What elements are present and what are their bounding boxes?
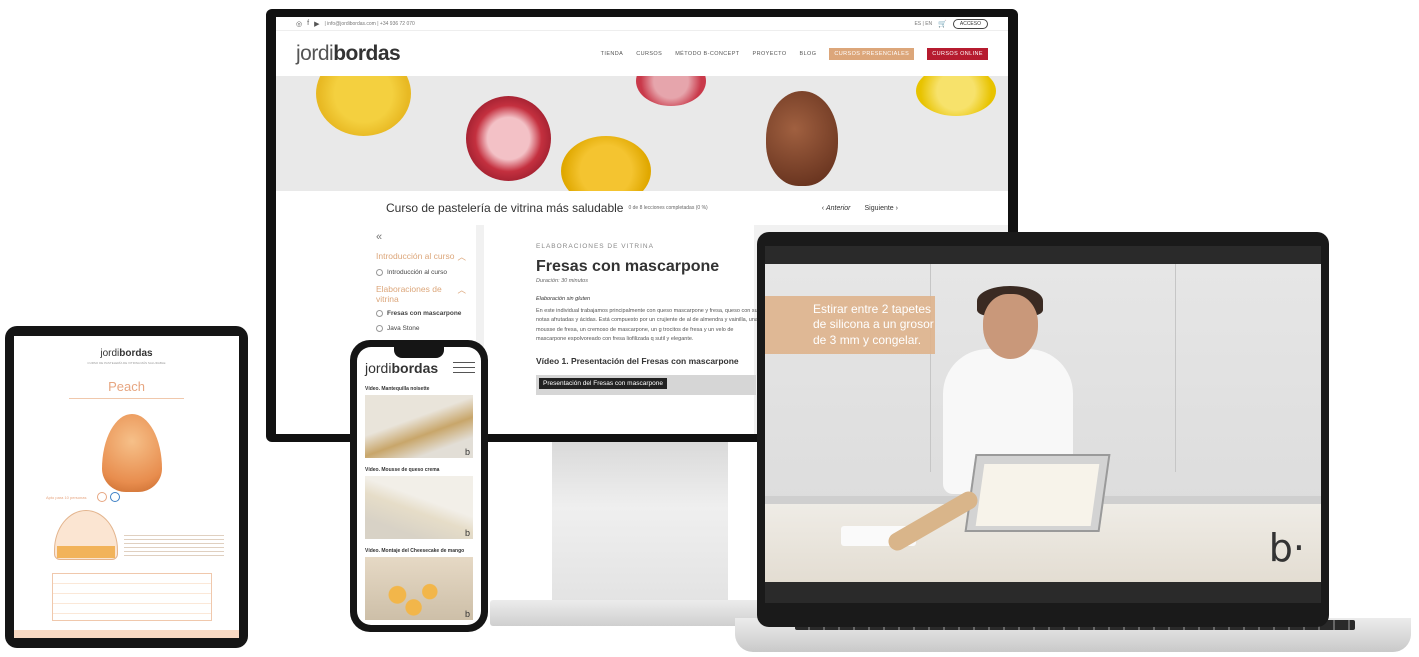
phone-video-thumbnail[interactable]: b xyxy=(365,557,473,620)
recipe-title: Peach xyxy=(69,379,184,399)
sidebar-lesson-fresas[interactable]: Fresas con mascarpone xyxy=(376,310,466,317)
tablet-screen: jordibordas CURSO DE PASTELERÍA DE VITRI… xyxy=(14,336,239,638)
tablet-course-subtitle: CURSO DE PASTELERÍA DE VITRINA MÁS SALUD… xyxy=(87,361,166,365)
lesson-status-circle xyxy=(376,269,383,276)
course-header: Curso de pastelería de vitrina más salud… xyxy=(276,191,1008,225)
sidebar-lesson-java-stone[interactable]: Java Stone xyxy=(376,325,466,332)
phone-logo[interactable]: jordibordas xyxy=(365,360,438,376)
course-title: Curso de pastelería de vitrina más salud… xyxy=(386,201,624,215)
tablet-logo: jordibordas xyxy=(100,348,153,359)
tablet-footer-bar xyxy=(14,630,239,638)
previous-lesson-link[interactable]: ‹ Anterior xyxy=(822,205,851,212)
site-logo[interactable]: jordibordas xyxy=(296,42,401,66)
double-chevron-left-icon[interactable]: « xyxy=(376,231,466,243)
cursos-presenciales-button[interactable]: CURSOS PRESENCIALES xyxy=(829,47,915,60)
lesson-category: ELABORACIONES DE VITRINA xyxy=(536,243,654,250)
cursos-online-button[interactable]: CURSOS ONLINE xyxy=(927,47,988,60)
sidebar-section-vitrina[interactable]: Elaboraciones de vitrina ︿ xyxy=(376,284,466,304)
chevron-up-icon: ︿ xyxy=(457,285,466,295)
yellow-tart-image xyxy=(916,76,996,116)
yellow-tart-image xyxy=(316,76,411,136)
chevron-up-icon: ︿ xyxy=(457,252,466,262)
contact-info: | info@jordibordas.com | +34 936 72 070 xyxy=(324,20,415,27)
wall-panel-line xyxy=(1175,264,1176,472)
top-bar: ◎ f ▶ | info@jordibordas.com | +34 936 7… xyxy=(276,17,1008,31)
nav-item-proyecto[interactable]: PROYECTO xyxy=(753,51,787,57)
chevron-right-icon: › xyxy=(893,204,898,212)
lesson-title: Fresas con mascarpone xyxy=(536,258,720,275)
layer-labels xyxy=(124,532,224,556)
yellow-tart-image xyxy=(561,136,651,191)
video-title-label: Presentación del Fresas con mascarpone xyxy=(539,378,667,390)
course-progress: 0 de 8 lecciones completadas (0 %) xyxy=(628,205,708,211)
sidebar-lesson-intro[interactable]: Introducción al curso xyxy=(376,269,466,276)
chef-face xyxy=(983,294,1038,359)
lesson-description: En este individual trabajamos principalm… xyxy=(536,308,761,343)
nav-item-blog[interactable]: BLOG xyxy=(800,51,817,57)
instagram-icon[interactable]: ◎ xyxy=(296,20,302,28)
phone-video-title: Vídeo. Mousse de queso crema xyxy=(365,467,440,473)
phone-video-title: Vídeo. Mantequilla noisette xyxy=(365,386,430,392)
youtube-icon[interactable]: ▶ xyxy=(314,20,319,28)
device-mockup-stage: ◎ f ▶ | info@jordibordas.com | +34 936 7… xyxy=(0,0,1419,657)
nutrition-table xyxy=(52,573,212,621)
main-navbar: jordibordas TIENDA CURSOS MÉTODO B-CONCE… xyxy=(276,31,1008,76)
tablet: jordibordas CURSO DE PASTELERÍA DE VITRI… xyxy=(5,326,248,648)
nav-item-metodo[interactable]: MÉTODO B-CONCEPT xyxy=(675,51,739,57)
nav-links: TIENDA CURSOS MÉTODO B-CONCEPT PROYECTO … xyxy=(601,47,988,60)
nav-item-tienda[interactable]: TIENDA xyxy=(601,51,624,57)
recipe-note: Apto para 10 personas xyxy=(46,495,87,500)
lesson-status-circle xyxy=(376,325,383,332)
pink-tart-image xyxy=(636,76,706,106)
brand-watermark: b xyxy=(464,609,470,619)
nav-item-cursos[interactable]: CURSOS xyxy=(636,51,662,57)
phone-notch xyxy=(394,347,444,358)
brand-watermark: b xyxy=(464,447,470,457)
phone-video-thumbnail[interactable]: b xyxy=(365,395,473,458)
laptop-screen: Estirar entre 2 tapetes de silicona a un… xyxy=(765,246,1321,603)
hamburger-menu-icon[interactable] xyxy=(453,362,475,374)
video-heading: Vídeo 1. Presentación del Fresas con mas… xyxy=(536,356,739,367)
lactose-icon xyxy=(110,492,120,502)
cross-section-base xyxy=(57,546,115,558)
monitor-stand xyxy=(552,440,728,610)
phone-video-title: Vídeo. Montaje del Cheesecake de mango xyxy=(365,548,465,554)
video-player[interactable]: Estirar entre 2 tapetes de silicona a un… xyxy=(765,264,1321,582)
peach-pastry-image xyxy=(102,414,162,492)
login-button[interactable]: ACCESO xyxy=(952,18,988,29)
smartphone: jordibordas Vídeo. Mantequilla noisette … xyxy=(350,340,488,632)
lesson-video-player[interactable]: Presentación del Fresas con mascarpone xyxy=(536,375,756,396)
silicone-mat xyxy=(975,464,1100,526)
language-switcher[interactable]: ES | EN xyxy=(914,21,932,27)
laptop: Estirar entre 2 tapetes de silicona a un… xyxy=(757,232,1329,627)
cart-icon[interactable]: 🛒 xyxy=(938,20,947,28)
phone-video-thumbnail[interactable]: b xyxy=(365,476,473,539)
brand-watermark: b· xyxy=(1268,526,1305,570)
brand-watermark: b xyxy=(464,528,470,538)
phone-screen: jordibordas Vídeo. Mantequilla noisette … xyxy=(357,347,481,625)
lesson-subtitle: Elaboración sin gluten xyxy=(536,296,591,302)
lesson-duration: Duración: 30 minutos xyxy=(536,278,588,284)
next-lesson-link[interactable]: Siguiente › xyxy=(865,205,898,212)
hero-image xyxy=(276,76,1008,191)
chocolate-pastry-image xyxy=(766,91,838,186)
facebook-icon[interactable]: f xyxy=(307,20,309,27)
pink-tart-image xyxy=(466,96,551,181)
lesson-status-circle xyxy=(376,310,383,317)
lesson-content: ELABORACIONES DE VITRINA Fresas con masc… xyxy=(484,225,760,434)
sidebar-section-intro[interactable]: Introducción al curso ︿ xyxy=(376,251,466,263)
video-caption-overlay: Estirar entre 2 tapetes de silicona a un… xyxy=(765,296,935,354)
gluten-free-icon xyxy=(97,492,107,502)
